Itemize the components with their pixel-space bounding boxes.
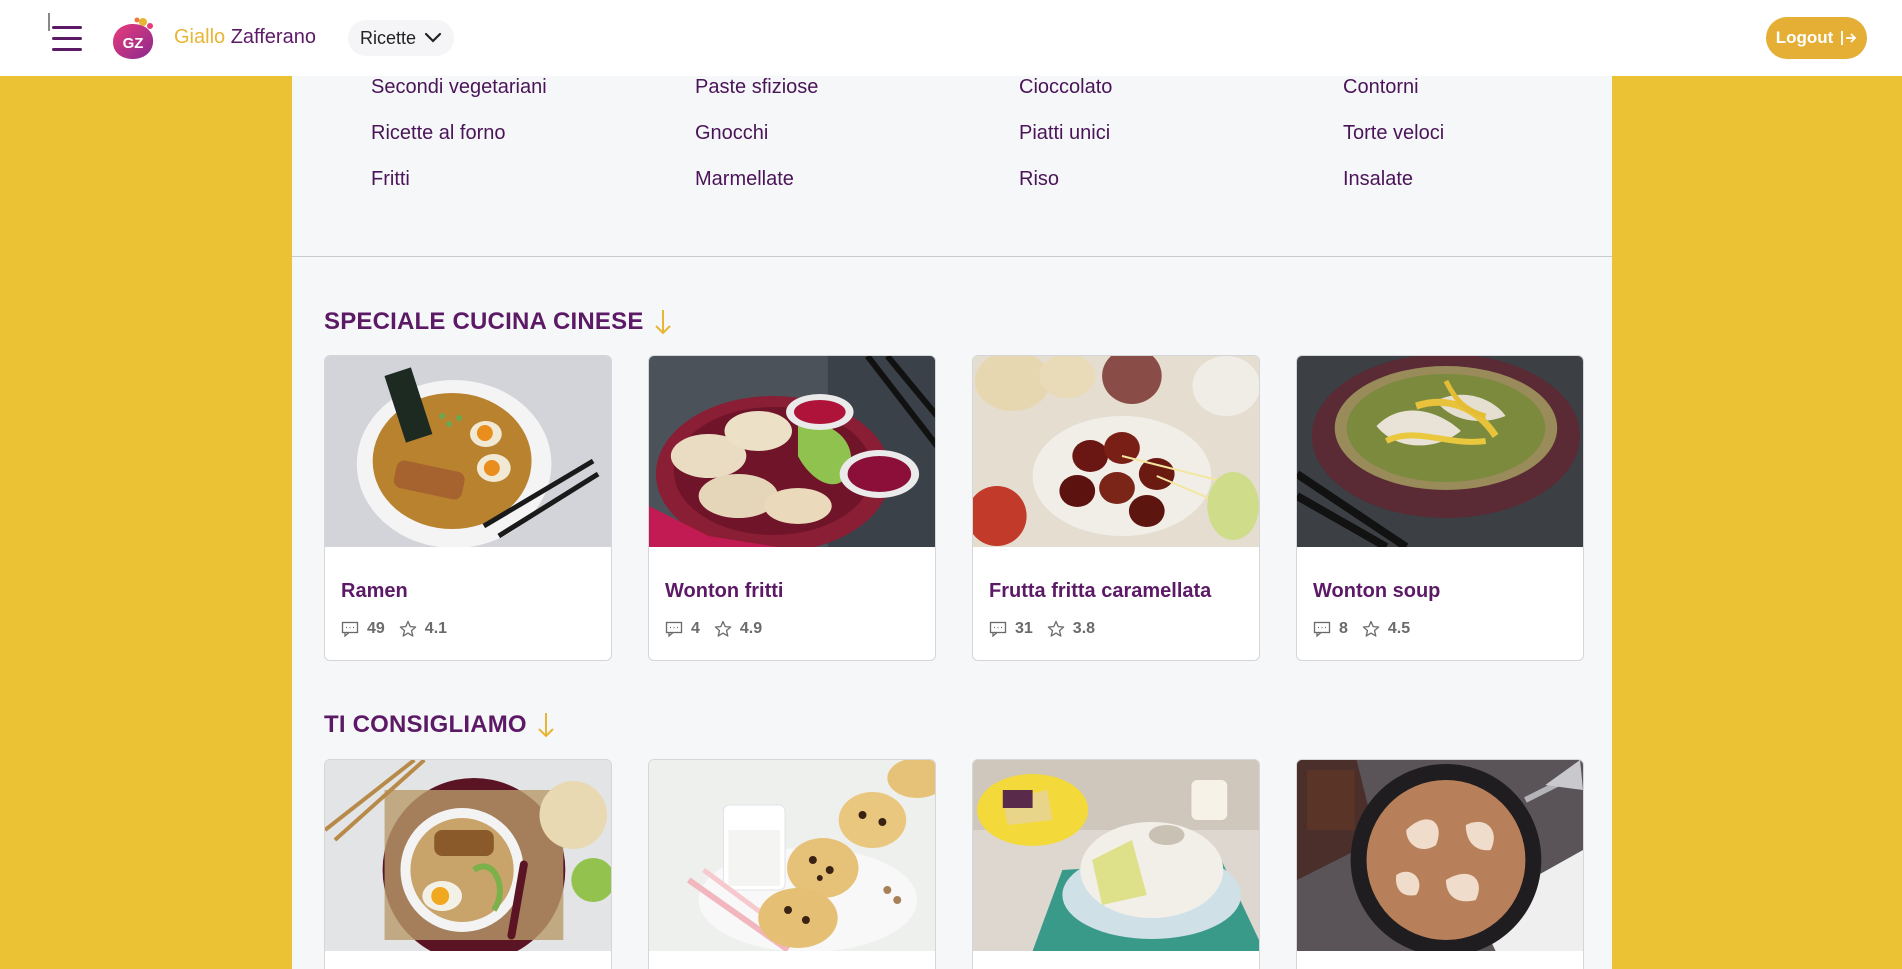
category-link[interactable]: Piatti unici	[1019, 122, 1110, 145]
recipe-card[interactable]: Ramen 49 4.1	[324, 355, 612, 661]
star-icon	[1362, 620, 1380, 637]
section-divider	[292, 256, 1612, 257]
rating-value: 3.8	[1072, 620, 1096, 637]
category-link[interactable]: Paste sfiziose	[695, 76, 818, 99]
category-link[interactable]: Riso	[1019, 168, 1059, 191]
wonton-soup-photo	[1297, 356, 1583, 551]
comment-count: 49	[367, 620, 385, 637]
brand-name-giallo: Giallo	[174, 26, 226, 48]
category-link[interactable]: Contorni	[1343, 76, 1419, 99]
category-link[interactable]: Fritti	[371, 168, 410, 191]
comment-count: 8	[1339, 620, 1348, 637]
category-link[interactable]: Marmellate	[695, 168, 794, 191]
comment-icon	[989, 621, 1007, 638]
caramelized-fruit-photo	[973, 356, 1259, 547]
recipe-title[interactable]: Frutta fritta caramellata	[989, 580, 1211, 603]
chevron-down-icon	[424, 32, 442, 43]
recipe-card[interactable]	[1296, 759, 1584, 969]
recipe-card[interactable]	[972, 759, 1260, 969]
chocolate-chip-muffins-photo	[649, 760, 935, 953]
category-link[interactable]: Insalate	[1343, 168, 1413, 191]
recipe-title[interactable]: Wonton fritti	[665, 580, 783, 603]
star-icon	[1047, 620, 1065, 637]
star-icon	[714, 620, 732, 637]
ricette-menu-button[interactable]: Ricette	[348, 20, 455, 56]
comment-icon	[665, 621, 683, 638]
logout-arrow-icon	[1841, 31, 1857, 45]
category-link[interactable]: Secondi vegetariani	[371, 76, 547, 99]
main-content-panel: Secondi vegetariani Paste sfiziose Ciocc…	[292, 76, 1612, 969]
comment-count: 4	[691, 620, 700, 637]
arrow-down-icon	[654, 310, 671, 335]
recipe-meta: 4 4.9	[665, 620, 762, 638]
ramen-bowl-photo	[325, 356, 611, 548]
recipe-meta: 31 3.8	[989, 620, 1095, 638]
star-icon	[399, 620, 417, 637]
ricette-menu-label: Ricette	[360, 27, 417, 48]
arrow-down-icon	[538, 713, 554, 738]
recipe-title[interactable]: Ramen	[341, 580, 408, 603]
recipe-card[interactable]	[648, 759, 936, 969]
top-navigation-bar: GZ Giallo Zafferano Ricette Logout	[0, 0, 1902, 76]
brand-name-zafferano: Zafferano	[230, 26, 316, 48]
fried-wonton-photo	[649, 356, 935, 552]
recipe-title[interactable]: Wonton soup	[1313, 580, 1440, 603]
text-cursor-mark	[48, 13, 50, 31]
svg-text:GZ: GZ	[123, 35, 144, 52]
rating-value: 4.1	[424, 620, 448, 637]
giallo-zafferano-logo[interactable]: GZ	[110, 16, 156, 60]
recipe-card[interactable]	[324, 759, 612, 969]
section-title-ti-consigliamo: TI CONSIGLIAMO	[324, 711, 555, 739]
recipe-meta: 8 4.5	[1313, 620, 1410, 638]
category-link[interactable]: Torte veloci	[1343, 122, 1444, 145]
bundt-cake-photo	[973, 760, 1259, 951]
recipe-card[interactable]: Frutta fritta caramellata 31 3.8	[972, 355, 1260, 661]
hamburger-menu-icon[interactable]	[52, 26, 82, 51]
category-link[interactable]: Gnocchi	[695, 122, 768, 145]
comment-icon	[1313, 621, 1331, 638]
noodle-soup-photo	[325, 760, 611, 962]
section-title-text: TI CONSIGLIAMO	[324, 711, 527, 738]
comment-count: 31	[1015, 620, 1033, 637]
logout-label: Logout	[1775, 28, 1834, 47]
comment-icon	[341, 621, 359, 638]
section-title-text: SPECIALE CUCINA CINESE	[324, 308, 644, 335]
rating-value: 4.9	[739, 620, 763, 637]
logout-button[interactable]: Logout	[1766, 17, 1867, 59]
rating-value: 4.5	[1387, 620, 1411, 637]
section-title-speciale-cucina-cinese: SPECIALE CUCINA CINESE	[324, 308, 672, 336]
category-link[interactable]: Ricette al forno	[371, 122, 506, 145]
brand-name[interactable]: Giallo Zafferano	[174, 26, 316, 49]
recipe-card[interactable]: Wonton fritti 4 4.9	[648, 355, 936, 661]
recipe-card[interactable]: Wonton soup 8 4.5	[1296, 355, 1584, 661]
category-link[interactable]: Cioccolato	[1019, 76, 1112, 99]
chocolate-cake-photo	[1297, 760, 1583, 956]
recipe-meta: 49 4.1	[341, 620, 447, 638]
